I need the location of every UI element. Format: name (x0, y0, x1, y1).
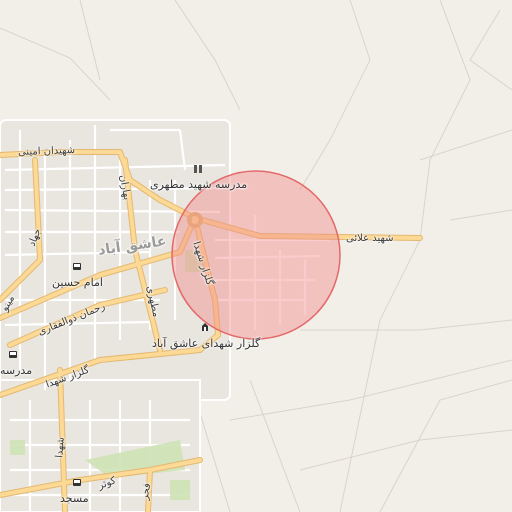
road-label-shohada-south: شهدا (54, 436, 67, 459)
poi-label-school-motahhari[interactable]: مدرسه شهید مطهری (150, 178, 247, 191)
poi-label-masjid[interactable]: مسجد (60, 492, 89, 505)
map-view[interactable]: عاشق آباد شهیدان امینی شهید علائی گلزار … (0, 0, 512, 512)
map-canvas (0, 0, 512, 512)
bus-stop-icon (9, 351, 17, 358)
bus-stop-icon (73, 479, 81, 486)
poi-label-school[interactable]: مدرسه (0, 364, 32, 377)
school-icon (194, 165, 202, 173)
road-label-amini: شهیدان امینی (17, 145, 76, 158)
monument-icon (202, 323, 208, 331)
poi-label-imam-hossein[interactable]: امام حسین (52, 276, 103, 289)
poi-label-cemetery[interactable]: گلزار شهدای عاشق آباد (152, 337, 260, 350)
bus-stop-icon (73, 263, 81, 270)
road-label-alaei: شهید علائی (346, 233, 394, 244)
